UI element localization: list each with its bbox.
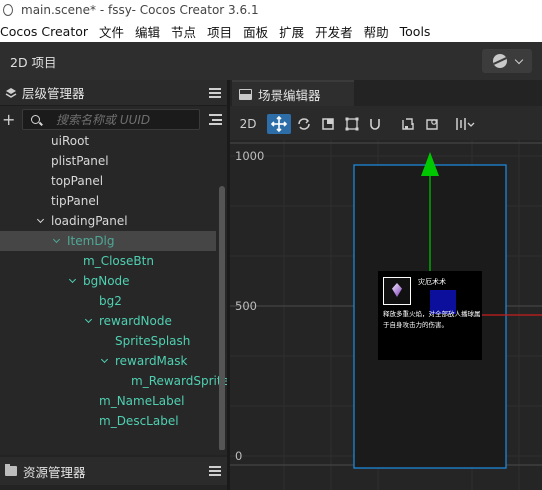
expand-arrow-icon[interactable]	[100, 355, 109, 364]
menu-bar: Cocos Creator 文件 编辑 节点 项目 面板 扩展 开发者 帮助 T…	[0, 20, 542, 42]
menu-tools[interactable]: Tools	[397, 24, 434, 39]
window-title: main.scene* - fssy- Cocos Creator 3.6.1	[21, 3, 259, 17]
menu-node[interactable]: 节点	[168, 22, 199, 41]
tree-node-tippanel[interactable]: tipPanel	[0, 191, 216, 211]
tree-node-uiroot[interactable]: uiRoot	[0, 134, 216, 151]
tree-node-bg2[interactable]: bg2	[0, 291, 216, 311]
expand-arrow-icon[interactable]	[52, 235, 61, 244]
tree-node-bgnode[interactable]: bgNode	[0, 271, 216, 291]
assets-title: 资源管理器	[23, 464, 86, 480]
toggle-2d-button[interactable]: 2D	[238, 114, 258, 134]
tree-node-itemdlg[interactable]: ItemDlg	[0, 231, 216, 251]
tree-node-rewardnode[interactable]: rewardNode	[0, 311, 216, 331]
chevron-down-icon	[514, 55, 523, 64]
menu-extension[interactable]: 扩展	[276, 22, 307, 41]
pivot-toggle-button[interactable]	[400, 114, 416, 134]
hierarchy-search-row: +	[0, 106, 227, 134]
layers-icon	[5, 87, 17, 98]
window-title-bar: main.scene* - fssy- Cocos Creator 3.6.1	[0, 0, 542, 20]
pivot-icon	[402, 118, 414, 130]
hierarchy-tree: uiRoot plistPanel topPanel tipPanel load…	[0, 134, 227, 450]
tree-node-spritesplash[interactable]: SpriteSplash	[0, 331, 216, 351]
item-dialog-title: 灾厄术术	[418, 278, 446, 286]
tree-node-rewardmask[interactable]: rewardMask	[0, 351, 216, 371]
assets-header: 资源管理器	[0, 457, 227, 485]
hierarchy-title: 层级管理器	[22, 86, 85, 101]
folder-icon	[5, 464, 17, 476]
rect-transform-icon	[345, 117, 359, 131]
scene-tab-title: 场景编辑器	[258, 87, 321, 103]
scene-editor-panel: 场景编辑器 2D 1000 500 0 灾厄术术 释放多重火焰，对全部敌人播球属…	[230, 80, 542, 490]
tree-node-m-closebtn[interactable]: m_CloseBtn	[0, 251, 216, 271]
item-dialog-description: 释放多重火焰，对全部敌人播球属于自身攻击力的伤害。	[383, 310, 481, 329]
align-tools-button[interactable]	[454, 114, 476, 134]
expand-arrow-icon[interactable]	[68, 275, 77, 284]
menu-developer[interactable]: 开发者	[312, 22, 356, 41]
axis-label-0: 0	[235, 449, 243, 463]
rect-tool-button[interactable]	[344, 114, 360, 134]
globe-icon	[492, 54, 507, 68]
add-node-plus-icon[interactable]: +	[2, 112, 15, 128]
move-arrows-icon	[270, 115, 288, 133]
hierarchy-panel: 层级管理器 + uiRoot plistPanel topPanel tipPa…	[0, 80, 227, 455]
menu-cocos-creator[interactable]: Cocos Creator	[0, 24, 91, 39]
menu-panel[interactable]: 面板	[240, 22, 271, 41]
scene-viewport[interactable]: 1000 500 0 灾厄术术 释放多重火焰，对全部敌人播球属于自身攻击力的伤害…	[230, 140, 542, 490]
snap-tool-button[interactable]	[368, 114, 382, 134]
menu-help[interactable]: 帮助	[361, 22, 392, 41]
hierarchy-menu-icon[interactable]	[209, 88, 221, 98]
main-toolbar: 2D 项目	[0, 42, 542, 80]
scene-toolbar: 2D	[230, 106, 542, 140]
axis-label-1000: 1000	[235, 149, 265, 163]
hierarchy-search-input[interactable]	[56, 112, 196, 127]
cocos-app-icon	[3, 4, 13, 16]
project-mode-label: 2D 项目	[10, 54, 57, 70]
menu-file[interactable]: 文件	[96, 22, 127, 41]
search-icon	[31, 115, 40, 124]
preview-platform-button[interactable]	[482, 49, 532, 73]
rotate-tool-button[interactable]	[296, 114, 312, 134]
rotate-icon	[298, 118, 310, 130]
scale-tool-button[interactable]	[320, 114, 336, 134]
assets-menu-icon[interactable]	[209, 466, 221, 476]
local-coord-icon	[426, 119, 438, 130]
move-tool-button[interactable]	[267, 114, 291, 134]
tree-node-plistpanel[interactable]: plistPanel	[0, 151, 216, 171]
expand-arrow-icon[interactable]	[36, 215, 45, 224]
tab-scene-editor[interactable]: 场景编辑器	[232, 80, 354, 106]
tree-node-m-desclabel[interactable]: m_DescLabel	[0, 411, 216, 431]
align-chevron-icon	[456, 118, 475, 130]
menu-project[interactable]: 项目	[204, 22, 235, 41]
item-dialog-preview[interactable]: 灾厄术术 释放多重火焰，对全部敌人播球属于自身攻击力的伤害。	[378, 271, 482, 360]
tree-node-toppanel[interactable]: topPanel	[0, 171, 216, 191]
expand-arrow-icon[interactable]	[84, 315, 93, 324]
magnet-icon	[370, 119, 380, 130]
tree-node-loadingpanel[interactable]: loadingPanel	[0, 211, 216, 231]
hierarchy-search-box[interactable]	[22, 109, 200, 130]
expand-collapse-list-icon[interactable]	[209, 114, 222, 125]
hierarchy-header: 层级管理器	[0, 80, 227, 106]
scale-icon	[322, 118, 334, 130]
tree-node-m-rewardsprite[interactable]: m_RewardSprite	[0, 371, 227, 391]
crystal-item-icon	[383, 277, 411, 305]
coordinate-toggle-button[interactable]	[424, 114, 440, 134]
scene-tab-icon	[239, 88, 252, 100]
tree-node-m-namelabel[interactable]: m_NameLabel	[0, 391, 216, 411]
hierarchy-scrollbar[interactable]	[219, 186, 225, 450]
axis-label-500: 500	[235, 299, 257, 313]
menu-edit[interactable]: 编辑	[132, 22, 163, 41]
